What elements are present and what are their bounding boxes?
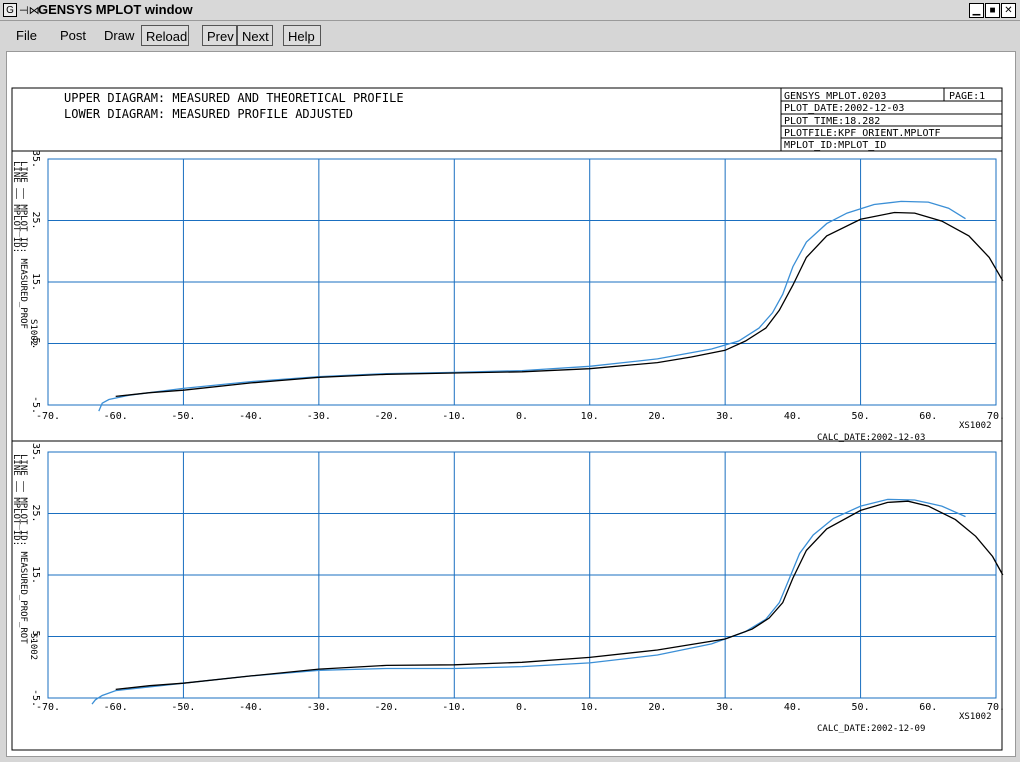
- y-tick-label: 35.: [30, 443, 41, 461]
- window-title: GENSYS MPLOT window: [38, 2, 193, 17]
- x-tick-label: -10.: [442, 411, 466, 422]
- help-button[interactable]: Help: [283, 25, 321, 46]
- x-tick-label: -50.: [171, 411, 195, 422]
- pin-icon[interactable]: ⊣⋈: [19, 4, 40, 17]
- info-plot-time: PLOT_TIME:18.282: [784, 116, 880, 127]
- x-tick-label: -40.: [239, 702, 263, 713]
- menu-file[interactable]: File: [12, 25, 41, 46]
- lower-y-label: S1002: [28, 633, 38, 660]
- page-number: PAGE:1: [949, 91, 985, 102]
- y-tick-label: -5.: [30, 396, 41, 414]
- x-tick-label: 30.: [716, 411, 734, 422]
- lower-series: [91, 498, 1004, 705]
- upper-diagram: -70. -60. -50. -40. -30. -20. -10. 0. 10. 20. 30. 4…: [11, 150, 1005, 443]
- lower-legend-2: LINE —— MPLOT_ID: MEASURED_PROF_ROT: [18, 454, 28, 644]
- header-line1: UPPER DIAGRAM: MEASURED AND THEORETICAL …: [64, 91, 404, 105]
- y-tick-label: -5.: [30, 689, 41, 707]
- x-tick-label: 20.: [648, 702, 666, 713]
- upper-calc-date: CALC_DATE:2002-12-03: [817, 433, 925, 443]
- x-tick-label: 0.: [516, 702, 528, 713]
- plot-page: UPPER DIAGRAM: MEASURED AND THEORETICAL …: [11, 87, 1005, 751]
- lower-calc-date: CALC_DATE:2002-12-09: [817, 724, 925, 734]
- lower-y-ticks: -5.5.15.25.35.: [30, 443, 41, 707]
- menubar: File Post Draw Reload Prev Next Help: [0, 21, 1020, 51]
- x-tick-label: 20.: [648, 411, 666, 422]
- x-tick-label: -60.: [104, 702, 128, 713]
- x-tick-label: 50.: [852, 411, 870, 422]
- x-tick-label: -10.: [442, 702, 466, 713]
- x-tick-label: 40.: [784, 702, 802, 713]
- upper-x-ticks: -70. -60. -50. -40. -30. -20. -10. 0. 10. 20. 30. 4…: [36, 411, 1005, 422]
- x-tick-label: 60.: [919, 411, 937, 422]
- lower-x-ticks: -70. -60. -50. -40. -30. -20. -10. 0. 10. 20. 30. 4…: [36, 702, 1005, 713]
- prev-button[interactable]: Prev: [202, 25, 237, 46]
- y-tick-label: 25.: [30, 504, 41, 522]
- x-tick-label: -60.: [104, 411, 128, 422]
- next-button[interactable]: Next: [237, 25, 273, 46]
- x-tick-label: -50.: [171, 702, 195, 713]
- info-plot-file: PLOTFILE:KPF_ORIENT.MPLOTF: [784, 128, 941, 139]
- menu-draw[interactable]: Draw: [100, 25, 138, 46]
- x-tick-label: 0.: [516, 411, 528, 422]
- x-tick-label: 10.: [581, 411, 599, 422]
- x-tick-label: 10.: [581, 702, 599, 713]
- upper-x-label: XS1002: [959, 421, 992, 431]
- y-tick-label: 15.: [30, 566, 41, 584]
- plot-canvas: UPPER DIAGRAM: MEASURED AND THEORETICAL …: [6, 51, 1016, 757]
- info-box: GENSYS MPLOT.0203 PAGE:1 PLOT_DATE:2002-…: [780, 87, 1003, 152]
- series-line-measured-prof-rot: [91, 498, 966, 705]
- window-menu-icon[interactable]: G: [3, 3, 17, 17]
- x-tick-label: 50.: [852, 702, 870, 713]
- maximize-icon[interactable]: ■: [985, 3, 1000, 18]
- lower-x-label: XS1002: [959, 712, 992, 722]
- info-program: GENSYS MPLOT.0203: [784, 91, 886, 102]
- x-tick-label: -20.: [375, 411, 399, 422]
- series-line-measured-prof: [98, 200, 966, 412]
- y-tick-label: 25.: [30, 211, 41, 229]
- header-line2: LOWER DIAGRAM: MEASURED PROFILE ADJUSTED: [64, 107, 353, 121]
- x-tick-label: -20.: [375, 702, 399, 713]
- upper-y-label: S1002: [28, 319, 38, 346]
- y-tick-label: 15.: [30, 273, 41, 291]
- lower-diagram: -70. -60. -50. -40. -30. -20. -10. 0. 10. 20. 30. 4…: [11, 443, 1005, 734]
- upper-grid: [48, 159, 996, 405]
- upper-legend-2: LINE —— MPLOT_ID: MEASURED_PROF: [18, 161, 28, 329]
- x-tick-label: -40.: [239, 411, 263, 422]
- x-tick-label: 30.: [716, 702, 734, 713]
- y-tick-label: 35.: [30, 150, 41, 168]
- info-plot-date: PLOT_DATE:2002-12-03: [784, 103, 904, 114]
- x-tick-label: -30.: [307, 702, 331, 713]
- close-icon[interactable]: ✕: [1001, 3, 1016, 18]
- reload-button[interactable]: Reload: [141, 25, 189, 46]
- upper-series: [98, 200, 1004, 412]
- x-tick-label: -30.: [307, 411, 331, 422]
- x-tick-label: 40.: [784, 411, 802, 422]
- upper-y-ticks: -5.5.15.25.35.: [30, 150, 41, 414]
- lower-grid: [48, 452, 996, 698]
- menu-post[interactable]: Post: [56, 25, 90, 46]
- series-line-mplot-id: [115, 500, 1004, 691]
- info-mplot-id: MPLOT_ID:MPLOT_ID: [784, 140, 886, 151]
- window-titlebar: G ⊣⋈ GENSYS MPLOT window ▁ ■ ✕: [0, 0, 1020, 21]
- x-tick-label: 60.: [919, 702, 937, 713]
- minimize-icon[interactable]: ▁: [969, 3, 984, 18]
